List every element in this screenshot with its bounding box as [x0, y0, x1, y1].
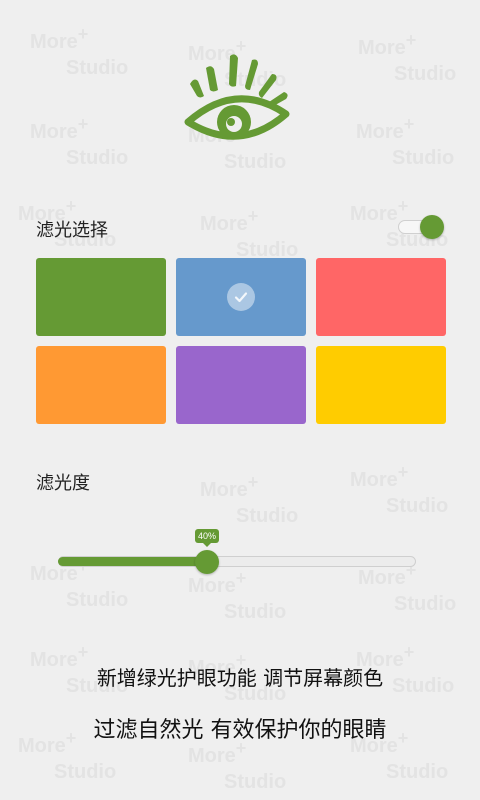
watermark: More+Studio — [356, 114, 455, 169]
filter-section-title: 滤光选择 — [36, 220, 108, 241]
watermark: More+Studio — [200, 206, 299, 261]
watermark: More+Studio — [30, 114, 129, 169]
color-swatch-grid — [36, 258, 446, 424]
filter-toggle[interactable] — [396, 215, 444, 239]
watermark: More+Studio — [200, 472, 299, 527]
slider-thumb[interactable] — [195, 550, 219, 574]
color-swatch-yellow[interactable] — [316, 346, 446, 424]
toggle-thumb — [420, 215, 444, 239]
slider-value-label: 40% — [195, 529, 219, 547]
color-swatch-orange[interactable] — [36, 346, 166, 424]
color-swatch-red[interactable] — [316, 258, 446, 336]
intensity-section-title: 滤光度 — [36, 473, 90, 494]
intensity-slider[interactable]: 40% — [58, 528, 416, 588]
eye-icon — [180, 44, 294, 150]
watermark: More+Studio — [350, 462, 449, 517]
caption-line-1: 新增绿光护眼功能 调节屏幕颜色 — [96, 666, 384, 690]
caption-line-2: 过滤自然光 有效保护你的眼睛 — [93, 718, 387, 743]
watermark: More+Studio — [188, 738, 287, 793]
color-swatch-blue[interactable] — [176, 258, 306, 336]
watermark: More+Studio — [358, 30, 457, 85]
check-icon — [227, 283, 255, 311]
watermark: More+Studio — [30, 24, 129, 79]
color-swatch-purple[interactable] — [176, 346, 306, 424]
slider-fill — [58, 557, 207, 566]
color-swatch-green[interactable] — [36, 258, 166, 336]
